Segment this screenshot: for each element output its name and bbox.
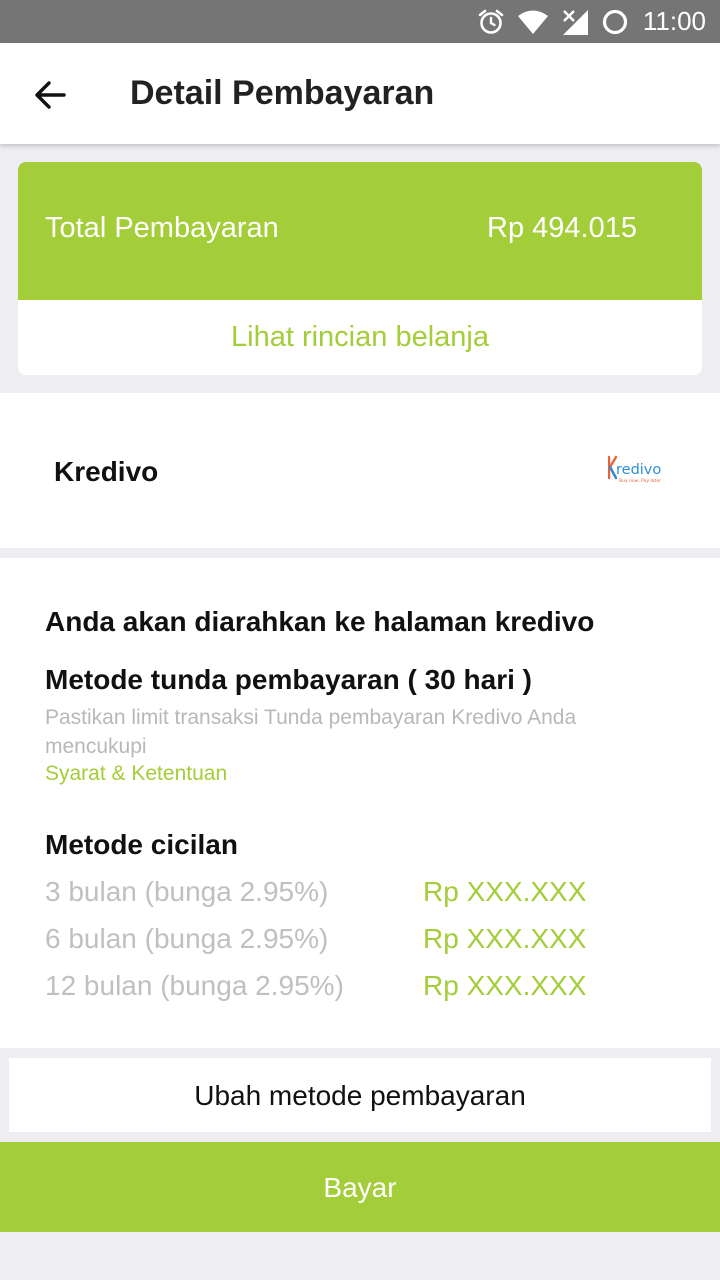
installment-title: Metode cicilan [45, 829, 238, 860]
kredivo-logo-text: redivo [616, 462, 661, 478]
installment-amount: Rp XXX.XXX [423, 923, 587, 954]
change-payment-method-button[interactable]: Ubah metode pembayaran [9, 1058, 711, 1132]
total-payment-card: Total Pembayaran Rp 494.015 Lihat rincia… [18, 162, 702, 375]
defer-payment-note: Pastikan limit transaksi Tunda pembayara… [45, 706, 577, 758]
kredivo-logo-tagline: Buy now, Pay later [619, 478, 661, 484]
alarm-icon [478, 9, 504, 34]
status-time: 11:00 [642, 6, 706, 36]
terms-link[interactable]: Syarat & Ketentuan [45, 762, 227, 786]
back-arrow-icon [35, 81, 66, 109]
signal-icon [562, 8, 588, 35]
installment-label: 6 bulan (bunga 2.95%) [45, 923, 329, 954]
view-details-link[interactable]: Lihat rincian belanja [18, 300, 702, 375]
total-payment-amount: Rp 494.015 [487, 212, 637, 244]
installment-amount: Rp XXX.XXX [423, 876, 587, 907]
installment-label: 12 bulan (bunga 2.95%) [45, 970, 344, 1001]
pay-button[interactable]: Bayar [0, 1142, 720, 1232]
battery-icon [602, 9, 627, 34]
status-icons: 11:00 [477, 0, 706, 43]
installment-label: 3 bulan (bunga 2.95%) [45, 876, 329, 907]
back-button[interactable] [30, 75, 70, 115]
installment-option-12[interactable]: 12 bulan (bunga 2.95%) Rp XXX.XXX [0, 970, 720, 1010]
payment-info-section: Anda akan diarahkan ke halaman kredivo M… [0, 558, 720, 1048]
installment-amount: Rp XXX.XXX [423, 970, 587, 1001]
total-payment-label: Total Pembayaran [45, 212, 279, 244]
defer-payment-title: Metode tunda pembayaran ( 30 hari ) [45, 664, 532, 695]
wifi-icon [517, 10, 548, 34]
kredivo-logo: redivo Buy now, Pay later [608, 455, 661, 484]
redirect-notice: Anda akan diarahkan ke halaman kredivo [45, 606, 595, 637]
status-bar: 11:00 [0, 0, 720, 43]
total-payment-header: Total Pembayaran Rp 494.015 [18, 162, 702, 300]
installment-option-6[interactable]: 6 bulan (bunga 2.95%) Rp XXX.XXX [0, 923, 720, 963]
app-bar: Detail Pembayaran [0, 43, 720, 144]
installment-option-3[interactable]: 3 bulan (bunga 2.95%) Rp XXX.XXX [0, 876, 720, 916]
payment-method-name: Kredivo [54, 456, 159, 487]
page-title: Detail Pembayaran [130, 74, 435, 112]
